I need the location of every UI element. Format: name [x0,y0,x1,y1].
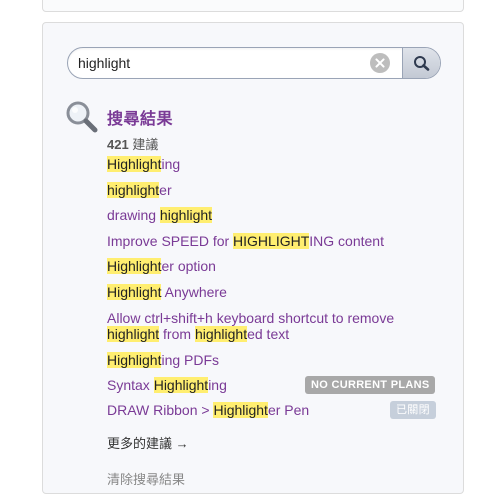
search-results-icon [66,101,98,133]
suggestion-text: DRAW Ribbon > [107,402,214,418]
suggestion-text: er Pen [267,402,310,418]
more-suggestions-link[interactable]: 更多的建議 → [107,433,189,452]
suggestion-item[interactable]: Syntax Highlighting NO CURRENT PLANS [107,376,447,394]
search-panel: 搜尋結果 421 建議 Highlightinghighlighterdrawi… [42,22,464,494]
suggestion-text: Allow ctrl+shift+h keyboard shortcut to … [107,310,395,326]
suggestion-text: drawing [107,207,160,223]
search-button[interactable] [402,48,440,78]
match-highlight: highlight [194,326,248,342]
status-badge: NO CURRENT PLANS [305,376,436,394]
suggestion-text: Improve SPEED for [107,233,234,249]
suggestion-text: ing [208,377,227,393]
status-badge: 已關閉 [390,401,436,419]
clear-results-link[interactable]: 清除搜尋結果 [107,469,185,488]
match-highlight: Highlight [107,156,162,172]
suggestion-count: 421 建議 [107,134,158,153]
suggestion-text: Anywhere [161,284,227,300]
match-highlight: highlight [107,182,160,198]
match-highlight: highlight [159,207,213,223]
suggestion-count-number: 421 [107,137,129,152]
suggestion-item[interactable]: DRAW Ribbon > Highlighter Pen 已關閉 [107,401,447,419]
match-highlight: highlight [107,326,160,342]
match-highlight: Highlight [107,352,162,368]
search-input[interactable] [78,48,358,78]
search-box [67,47,441,79]
results-title: 搜尋結果 [107,111,174,128]
suggestion-item[interactable]: Highlighting PDFs [107,352,447,368]
suggestion-item[interactable]: highlighter [107,182,447,198]
suggestion-item[interactable]: Improve SPEED for HIGHLIGHTING content [107,233,447,249]
match-highlight: Highlight [153,377,209,393]
suggestion-item[interactable]: drawing highlight [107,207,447,223]
suggestion-item[interactable]: Allow ctrl+shift+h keyboard shortcut to … [107,310,447,342]
suggestion-text: ING content [309,233,384,249]
magnifier-icon [414,56,430,71]
suggestion-text: ed text [247,326,290,342]
match-highlight: HIGHLIGHT [233,233,310,249]
suggestion-item[interactable]: Highlighter option [107,258,447,274]
suggestion-count-label: 建議 [128,137,159,152]
suggestion-text: from [159,326,195,342]
suggestion-text: Syntax [107,377,154,393]
suggestion-text: er option [161,258,216,274]
suggestion-text: ing PDFs [161,352,220,368]
match-highlight: Highlight [107,258,162,274]
suggestion-text: er [159,182,172,198]
suggestion-item[interactable]: Highlight Anywhere [107,284,447,300]
previous-panel [42,0,464,12]
match-highlight: Highlight [213,402,268,418]
clear-search-icon[interactable] [370,53,390,73]
match-highlight: Highlight [107,284,162,300]
suggestion-text: ing [161,156,181,172]
suggestion-item[interactable]: Highlighting [107,156,447,172]
